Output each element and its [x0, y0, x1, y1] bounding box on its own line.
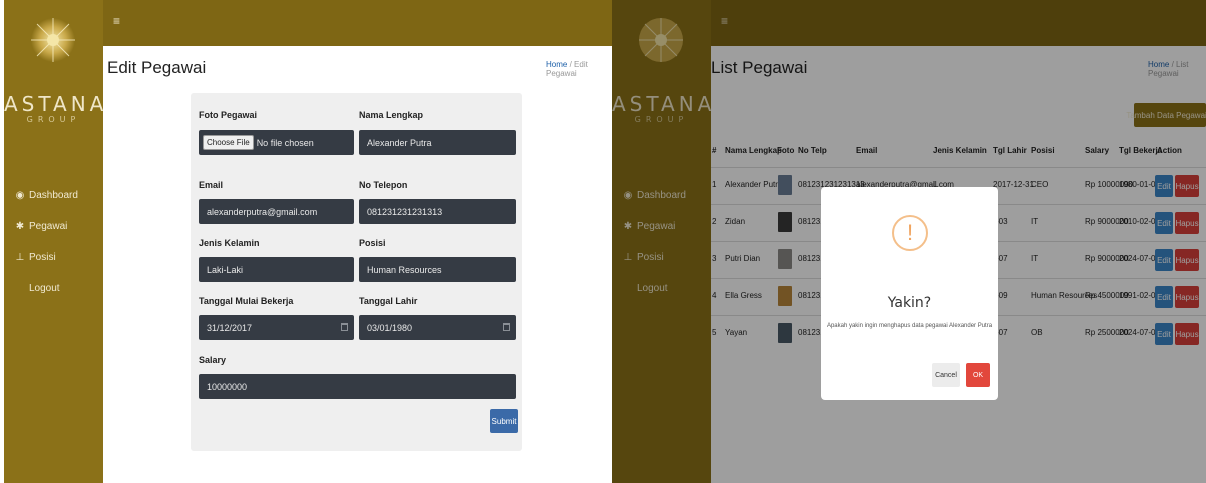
edit-pegawai-screen: ASTANA GROUP ◉ Dashboard ✱ Pegawai ⊥ Posisi… [4, 0, 614, 483]
logo-mark [31, 18, 75, 62]
breadcrumb-home[interactable]: Home [546, 60, 567, 69]
calendar-icon[interactable] [341, 323, 348, 331]
sidebar-item-dashboard[interactable]: ◉ Dashboard [14, 180, 78, 211]
sidebar-item-label: Pegawai [29, 221, 68, 232]
file-status: No file chosen [256, 137, 314, 148]
brand-sub: GROUP [26, 115, 81, 124]
breadcrumb: Home / Edit Pegawai [546, 60, 614, 78]
date-value: 03/01/1980 [367, 322, 413, 333]
salary-field[interactable]: 10000000 [199, 374, 516, 399]
sidebar-item-logout[interactable]: Logout [14, 273, 78, 304]
jenis-kelamin-select[interactable]: Laki-Laki [199, 257, 354, 282]
tanggal-lahir-label: Tanggal Lahir [359, 296, 418, 306]
jenis-kelamin-label: Jenis Kelamin [199, 238, 260, 248]
telepon-field[interactable]: 081231231231313 [359, 199, 516, 224]
dialog-title: Yakin? [887, 295, 932, 311]
dialog-message: Apakah yakin ingin menghapus data pegawa… [826, 323, 993, 329]
brand-name: ASTANA [4, 92, 108, 116]
posisi-select[interactable]: Human Resources [359, 257, 516, 282]
page-title: Edit Pegawai [107, 58, 207, 77]
telepon-label: No Telepon [359, 180, 408, 190]
sidebar-menu: ◉ Dashboard ✱ Pegawai ⊥ Posisi Logout [14, 180, 78, 304]
sidebar: ASTANA GROUP ◉ Dashboard ✱ Pegawai ⊥ Posisi… [4, 0, 103, 483]
sidebar-item-pegawai[interactable]: ✱ Pegawai [14, 211, 78, 242]
email-field[interactable]: alexanderputra@gmail.com [199, 199, 354, 224]
foto-label: Foto Pegawai [199, 110, 258, 120]
sidebar-item-label: Posisi [29, 252, 56, 263]
menu-toggle-icon[interactable]: ≡ [113, 14, 120, 28]
topbar: ≡ [103, 0, 614, 46]
warning-icon: ! [892, 215, 928, 251]
tanggal-lahir-date[interactable]: 03/01/1980 [359, 315, 516, 340]
email-label: Email [199, 180, 224, 190]
ok-button[interactable]: OK [966, 363, 990, 387]
users-icon: ✱ [15, 221, 25, 232]
edit-form: Foto Pegawai Choose File No file chosen … [191, 93, 522, 451]
date-value: 31/12/2017 [207, 322, 253, 333]
salary-label: Salary [199, 355, 227, 365]
foto-file-input[interactable]: Choose File No file chosen [199, 130, 354, 155]
mulai-bekerja-date[interactable]: 31/12/2017 [199, 315, 354, 340]
palette-icon: ◉ [15, 190, 25, 201]
choose-file-button[interactable]: Choose File [203, 135, 254, 150]
mulai-bekerja-label: Tanggal Mulai Bekerja [199, 296, 294, 306]
delete-confirm-dialog: ! Yakin? Apakah yakin ingin menghapus da… [821, 187, 998, 400]
list-pegawai-screen: ASTANA GROUP ◉ Dashboard ✱ Pegawai ⊥ Posisi… [612, 0, 1206, 483]
breadcrumb-sep: / [569, 60, 572, 69]
sidebar-item-label: Dashboard [29, 190, 78, 201]
nama-field[interactable]: Alexander Putra [359, 130, 516, 155]
sidebar-item-label: Logout [29, 283, 60, 294]
submit-button[interactable]: Submit [490, 409, 518, 433]
calendar-icon[interactable] [503, 323, 510, 331]
sidebar-item-posisi[interactable]: ⊥ Posisi [14, 242, 78, 273]
cancel-button[interactable]: Cancel [932, 363, 960, 387]
posisi-label: Posisi [359, 238, 386, 248]
sitemap-icon: ⊥ [15, 252, 25, 263]
nama-label: Nama Lengkap [359, 110, 424, 120]
